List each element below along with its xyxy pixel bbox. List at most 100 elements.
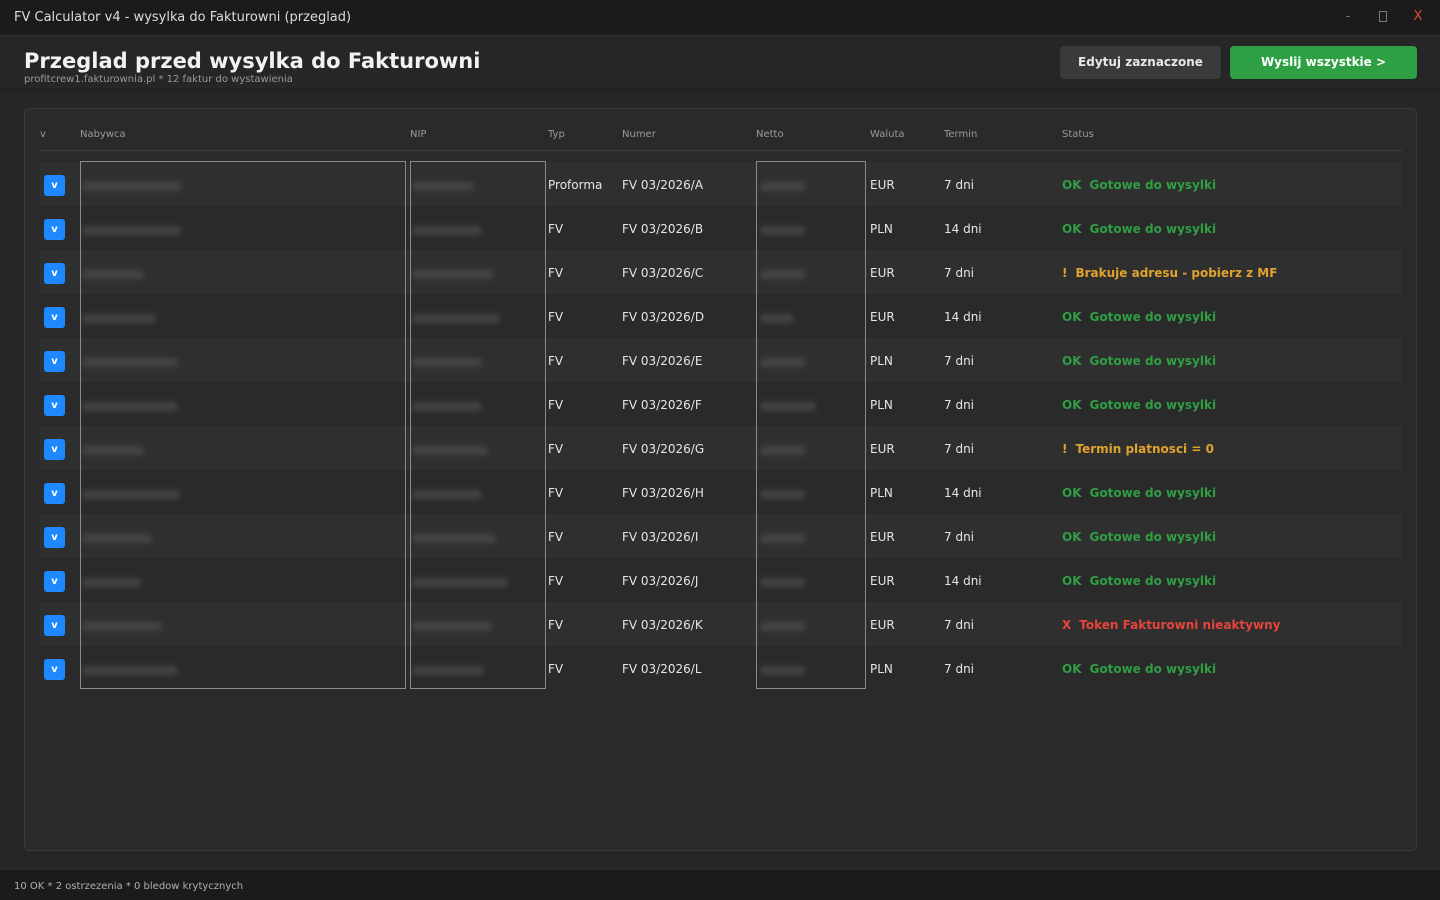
cell-term: 14 dni <box>944 222 982 236</box>
cell-currency: PLN <box>870 398 893 412</box>
redacted-nip <box>412 446 488 455</box>
redacted-nip <box>412 226 482 235</box>
redacted-buyer <box>82 314 156 323</box>
redacted-buyer <box>82 490 180 499</box>
cell-currency: PLN <box>870 486 893 500</box>
cell-status: OK Gotowe do wysylki <box>1062 662 1216 676</box>
table-row[interactable]: v FV FV 03/2026/J EUR 14 dni OK Gotowe do wysy… <box>40 558 1402 602</box>
page-subtitle: profitcrew1.fakturownia.pl * 12 faktur d… <box>24 74 293 85</box>
status-code: OK <box>1062 178 1082 192</box>
window-title: FV Calculator v4 - wysylka do Fakturowni… <box>14 10 352 25</box>
table-row[interactable]: v FV FV 03/2026/B PLN 14 dni OK Gotowe do wysy… <box>40 206 1402 250</box>
status-bar: 10 OK * 2 ostrzezenia * 0 bledow krytycz… <box>0 869 1440 900</box>
redacted-nip <box>412 182 474 191</box>
row-checkbox[interactable]: v <box>44 219 65 240</box>
table-row[interactable]: v FV FV 03/2026/I EUR 7 dni OK Gotowe do wysyl… <box>40 514 1402 558</box>
cell-currency: PLN <box>870 662 893 676</box>
redacted-buyer <box>82 446 144 455</box>
redacted-net <box>760 226 806 235</box>
column-header-type: Typ <box>548 129 565 140</box>
cell-number: FV 03/2026/E <box>622 354 703 368</box>
row-checkbox[interactable]: v <box>44 483 65 504</box>
table-row[interactable]: v FV FV 03/2026/D EUR 14 dni OK Gotowe do wysy… <box>40 294 1402 338</box>
redacted-nip <box>412 578 508 587</box>
cell-number: FV 03/2026/L <box>622 662 702 676</box>
redacted-net <box>760 622 806 631</box>
redacted-nip <box>412 314 500 323</box>
cell-number: FV 03/2026/D <box>622 310 705 324</box>
table-row[interactable]: v FV FV 03/2026/C EUR 7 dni! Brakuje adresu -… <box>40 250 1402 294</box>
cell-number: FV 03/2026/J <box>622 574 699 588</box>
status-code: OK <box>1062 354 1082 368</box>
cell-number: FV 03/2026/G <box>622 442 705 456</box>
cell-term: 7 dni <box>944 398 975 412</box>
maximize-icon <box>1379 11 1387 22</box>
cell-number: FV 03/2026/B <box>622 222 704 236</box>
redacted-nip <box>412 622 492 631</box>
row-checkbox[interactable]: v <box>44 439 65 460</box>
cell-number: FV 03/2026/I <box>622 530 699 544</box>
row-checkbox[interactable]: v <box>44 527 65 548</box>
send-all-button[interactable]: Wyslij wszystkie > <box>1230 46 1417 79</box>
cell-term: 7 dni <box>944 354 975 368</box>
status-summary: 10 OK * 2 ostrzezenia * 0 bledow krytycz… <box>14 881 244 892</box>
row-checkbox[interactable]: v <box>44 659 65 680</box>
cell-status: OK Gotowe do wysylki <box>1062 574 1216 588</box>
table-row[interactable]: v FV FV 03/2026/F PLN 7 dni OK Gotowe do wysyl… <box>40 382 1402 426</box>
redacted-nip <box>412 270 494 279</box>
cell-status: OK Gotowe do wysylki <box>1062 178 1216 192</box>
cell-term: 14 dni <box>944 310 982 324</box>
redacted-buyer <box>82 622 162 631</box>
table-row[interactable]: v FV FV 03/2026/H PLN 14 dni OK Gotowe do wysy… <box>40 470 1402 514</box>
redacted-buyer <box>82 182 182 191</box>
redacted-net <box>760 358 806 367</box>
table-row[interactable]: v FV FV 03/2026/E PLN 7 dni OK Gotowe do wysyl… <box>40 338 1402 382</box>
table-row[interactable]: v FV FV 03/2026/K EUR 7 dni X Token Fakturowni… <box>40 602 1402 646</box>
status-code: OK <box>1062 398 1082 412</box>
cell-currency: PLN <box>870 222 893 236</box>
cell-term: 7 dni <box>944 662 975 676</box>
close-button[interactable]: X <box>1400 0 1436 32</box>
status-code: OK <box>1062 486 1082 500</box>
title-bar: FV Calculator v4 - wysylka do Fakturowni… <box>0 0 1440 36</box>
cell-currency: EUR <box>870 618 895 632</box>
cell-status: OK Gotowe do wysylki <box>1062 222 1216 236</box>
redacted-net <box>760 578 806 587</box>
status-text: Gotowe do wysylki <box>1089 486 1217 500</box>
cell-type: FV <box>548 486 564 500</box>
row-checkbox[interactable]: v <box>44 615 65 636</box>
column-header-number: Numer <box>622 129 656 140</box>
row-checkbox[interactable]: v <box>44 307 65 328</box>
cell-term: 7 dni <box>944 266 975 280</box>
row-checkbox[interactable]: v <box>44 175 65 196</box>
table-row[interactable]: v FV FV 03/2026/G EUR 7 dni! Termin platnosci… <box>40 426 1402 470</box>
redacted-buyer <box>82 226 182 235</box>
cell-number: FV 03/2026/A <box>622 178 704 192</box>
row-checkbox[interactable]: v <box>44 351 65 372</box>
table-row[interactable]: v Proforma FV 03/2026/A EUR 7 dni OK Gotowe do… <box>40 162 1402 206</box>
cell-number: FV 03/2026/C <box>622 266 704 280</box>
cell-type: FV <box>548 354 564 368</box>
cell-type: FV <box>548 266 564 280</box>
column-header-currency: Waluta <box>870 129 905 140</box>
status-code: ! <box>1062 266 1068 280</box>
row-checkbox[interactable]: v <box>44 263 65 284</box>
column-header-check: v <box>40 129 46 140</box>
cell-type: FV <box>548 662 564 676</box>
cell-type: FV <box>548 398 564 412</box>
maximize-button[interactable] <box>1365 0 1401 32</box>
status-text: Termin platnosci = 0 <box>1075 442 1214 456</box>
redacted-net <box>760 314 794 323</box>
redacted-net <box>760 402 816 411</box>
row-checkbox[interactable]: v <box>44 571 65 592</box>
cell-type: FV <box>548 310 564 324</box>
status-code: ! <box>1062 442 1068 456</box>
edit-selected-button[interactable]: Edytuj zaznaczone <box>1060 46 1221 79</box>
cell-type: FV <box>548 442 564 456</box>
table-row[interactable]: v FV FV 03/2026/L PLN 7 dni OK Gotowe do wysyl… <box>40 646 1402 690</box>
cell-number: FV 03/2026/F <box>622 398 702 412</box>
column-header-status: Status <box>1062 129 1094 140</box>
redacted-buyer <box>82 358 178 367</box>
minimize-button[interactable]: - <box>1330 0 1366 32</box>
row-checkbox[interactable]: v <box>44 395 65 416</box>
